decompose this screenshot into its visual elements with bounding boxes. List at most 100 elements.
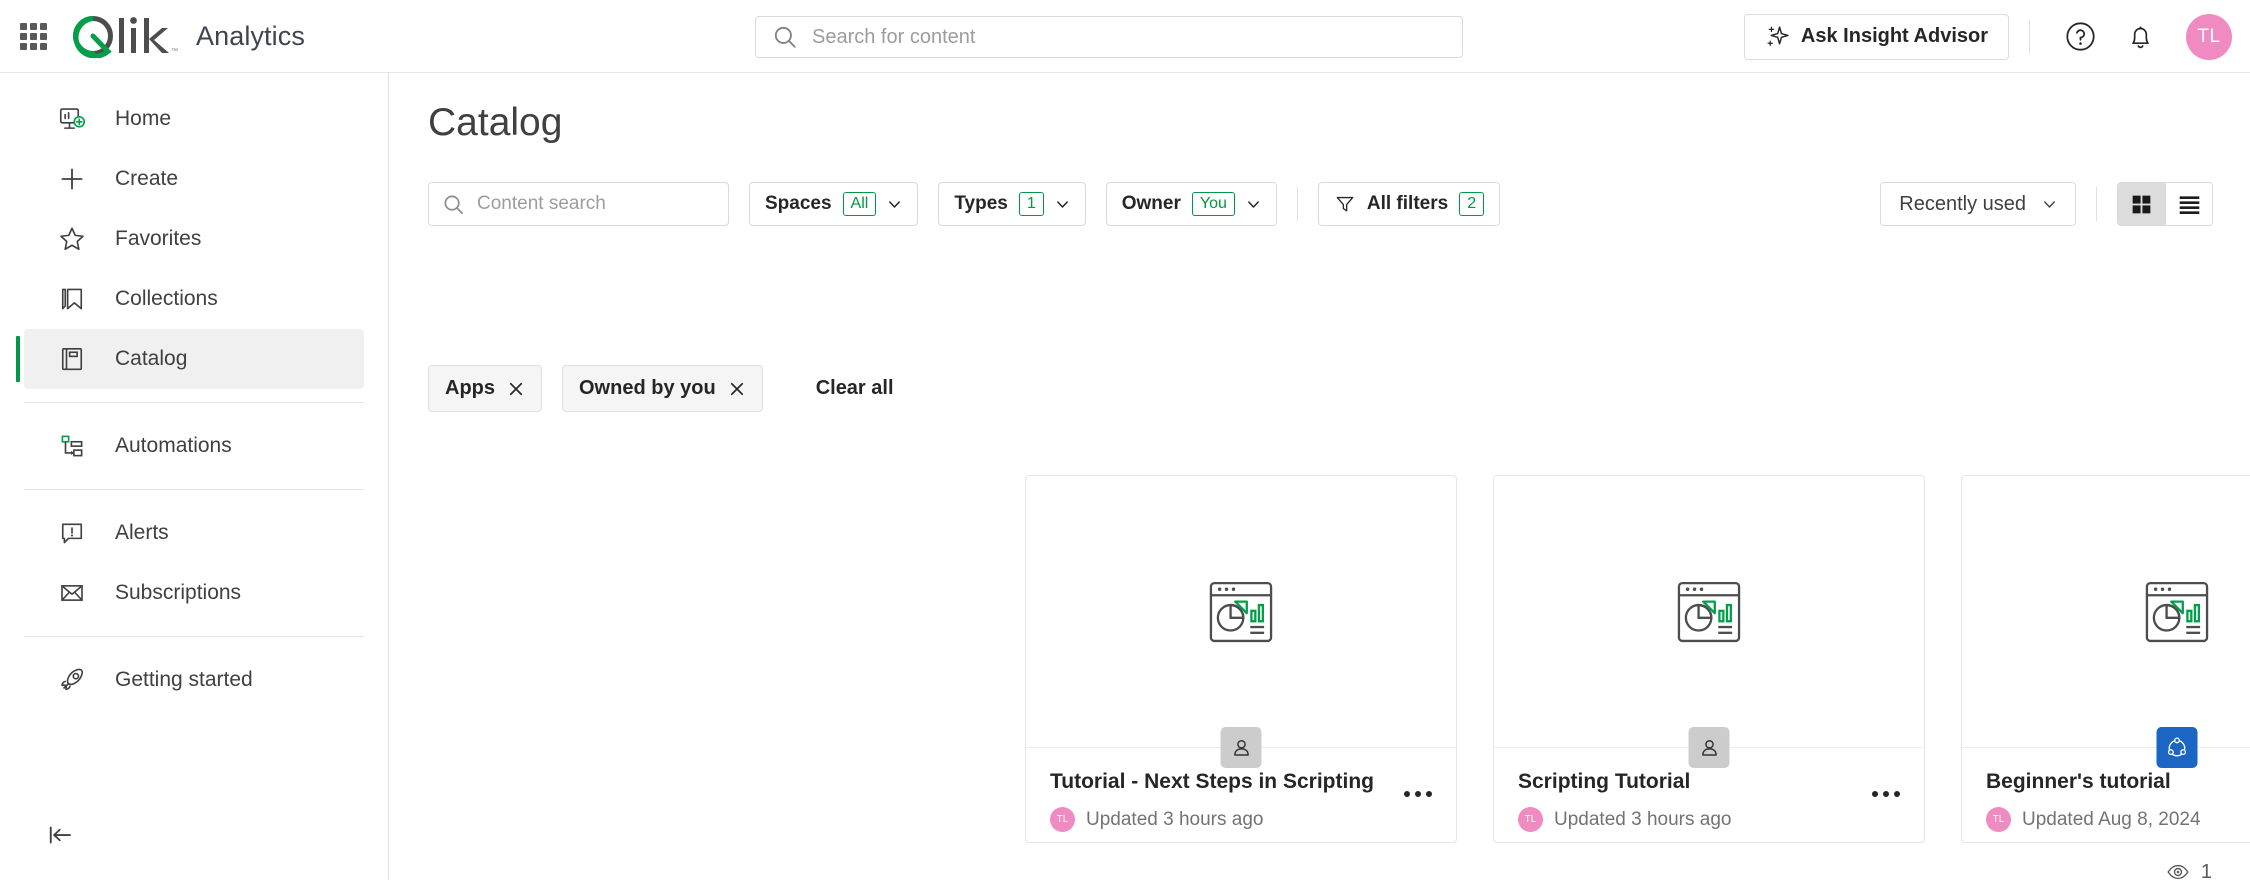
toolbar-right-group: Recently used — [1880, 182, 2213, 226]
sort-dropdown[interactable]: Recently used — [1880, 182, 2076, 226]
global-search-placeholder: Search for content — [812, 25, 976, 48]
types-filter-badge: 1 — [1018, 192, 1044, 216]
app-chart-icon — [2145, 581, 2209, 642]
filter-funnel-icon — [1336, 196, 1354, 212]
owner-filter-badge: You — [1191, 192, 1235, 216]
card-more-options-button[interactable] — [1866, 785, 1906, 803]
card-owner-initials: TL — [1056, 814, 1069, 825]
ask-insight-advisor-button[interactable]: Ask Insight Advisor — [1743, 13, 2009, 60]
global-search[interactable]: Search for content — [755, 16, 1463, 58]
card-owner-initials: TL — [1524, 814, 1537, 825]
card-actions — [1866, 785, 1906, 803]
card-more-options-button[interactable] — [1398, 785, 1438, 803]
card-body: Scripting Tutorial TL Updated 3 hours ag… — [1494, 748, 1924, 842]
sidebar-item-collections[interactable]: Collections — [24, 269, 364, 329]
filter-chip-apps[interactable]: Apps — [428, 365, 542, 412]
card-owner-avatar: TL — [1986, 807, 2011, 832]
sidebar-nav: Home Create Favorites Collections Catalo… — [0, 73, 389, 879]
clear-all-filters-button[interactable]: Clear all — [816, 377, 894, 400]
sidebar-item-favorites[interactable]: Favorites — [24, 209, 364, 269]
catalog-toolbar: Content search Spaces All Types 1 Owner … — [428, 182, 2213, 226]
close-icon[interactable] — [728, 380, 746, 398]
help-button[interactable] — [2059, 16, 2101, 58]
brand-logo[interactable]: ™ Analytics — [70, 14, 305, 58]
sidebar-item-getting-started[interactable]: Getting started — [24, 650, 364, 710]
sidebar-item-alerts[interactable]: Alerts — [24, 503, 364, 563]
user-avatar-initials: TL — [2197, 25, 2221, 47]
notifications-button[interactable] — [2119, 16, 2161, 58]
all-filters-label: All filters — [1366, 193, 1449, 214]
svg-text:™: ™ — [171, 48, 178, 55]
card-title: Beginner's tutorial — [1986, 770, 2171, 793]
sidebar-divider — [24, 489, 364, 490]
card-updated-date: Updated 3 hours ago — [1554, 808, 1732, 830]
content-search-placeholder: Content search — [477, 193, 606, 214]
home-dashboard-icon — [55, 102, 89, 136]
card-meta: TL Updated 3 hours ago — [1518, 807, 1900, 832]
filter-chip-owned-by-you[interactable]: Owned by you — [562, 365, 763, 412]
search-icon — [444, 194, 463, 214]
sidebar-divider — [24, 402, 364, 403]
user-avatar[interactable]: TL — [2186, 13, 2232, 60]
sidebar-item-create[interactable]: Create — [24, 149, 364, 209]
list-view-button[interactable] — [2165, 183, 2212, 225]
top-bar-actions: Ask Insight Advisor TL — [1743, 0, 2232, 73]
product-name: Analytics — [196, 20, 305, 51]
plus-icon — [55, 162, 89, 196]
card-body: Beginner's tutorial TL Updated Aug 8, 20… — [1962, 748, 2250, 842]
view-mode-toggle — [2117, 182, 2213, 226]
sidebar-divider — [24, 636, 364, 637]
bell-icon — [2131, 26, 2149, 49]
sidebar-item-label: Create — [115, 167, 179, 190]
rocket-icon — [55, 663, 89, 697]
app-chart-icon — [1209, 581, 1273, 642]
bookmark-icon — [55, 282, 89, 316]
spaces-filter-button[interactable]: Spaces All — [749, 182, 919, 226]
owner-filter-label: Owner — [1121, 193, 1181, 214]
catalog-card[interactable]: Tutorial - Next Steps in Scripting TL Up… — [1025, 475, 1457, 843]
app-switcher-icon[interactable] — [18, 21, 48, 51]
sidebar-item-label: Getting started — [115, 668, 253, 691]
alert-bubble-icon — [55, 516, 89, 550]
sidebar-item-catalog[interactable]: Catalog — [16, 329, 364, 389]
page-title: Catalog — [428, 101, 563, 144]
content-search-input[interactable]: Content search — [428, 182, 729, 226]
card-title: Tutorial - Next Steps in Scripting — [1050, 770, 1374, 793]
active-filter-chips: Apps Owned by you Clear all — [428, 365, 894, 412]
help-circle-icon — [2065, 22, 2095, 51]
card-thumbnail — [1494, 476, 1924, 748]
sidebar-item-subscriptions[interactable]: Subscriptions — [24, 563, 364, 623]
catalog-book-icon — [55, 342, 89, 376]
sparkle-icon — [1767, 26, 1789, 46]
card-thumbnail — [1026, 476, 1456, 748]
chevron-down-icon — [889, 200, 901, 208]
types-filter-button[interactable]: Types 1 — [938, 182, 1086, 226]
catalog-card[interactable]: Scripting Tutorial TL Updated 3 hours ag… — [1493, 475, 1925, 843]
card-body: Tutorial - Next Steps in Scripting TL Up… — [1026, 748, 1456, 842]
chevron-down-icon — [2044, 200, 2055, 208]
automations-flow-icon — [55, 429, 89, 463]
search-icon — [774, 26, 796, 48]
close-icon[interactable] — [507, 380, 525, 398]
sidebar-item-automations[interactable]: Automations — [24, 416, 364, 476]
list-view-icon — [2179, 195, 2199, 214]
result-count-value: 1 — [2200, 860, 2212, 883]
app-chart-icon — [1677, 581, 1741, 642]
sidebar-item-label: Catalog — [115, 347, 188, 370]
sidebar-item-label: Automations — [115, 434, 232, 457]
owner-filter-button[interactable]: Owner You — [1105, 182, 1277, 226]
all-filters-button[interactable]: All filters 2 — [1317, 182, 1501, 226]
card-owner-avatar: TL — [1050, 807, 1075, 832]
sidebar-item-home[interactable]: Home — [24, 89, 364, 149]
sidebar-item-label: Subscriptions — [115, 581, 242, 604]
collapse-left-icon — [49, 826, 71, 844]
card-owner-avatar: TL — [1518, 807, 1543, 832]
grid-view-button[interactable] — [2118, 183, 2165, 225]
collapse-sidebar-button[interactable] — [42, 817, 78, 853]
top-bar: ™ Analytics Search for content Ask Insig… — [0, 0, 2250, 73]
catalog-card[interactable]: Beginner's tutorial TL Updated Aug 8, 20… — [1961, 475, 2250, 843]
chevron-down-icon — [1056, 200, 1068, 208]
types-filter-label: Types — [954, 193, 1008, 214]
sidebar-item-label: Collections — [115, 287, 218, 310]
main-content: Catalog Content search Spaces All Types … — [390, 73, 2250, 883]
